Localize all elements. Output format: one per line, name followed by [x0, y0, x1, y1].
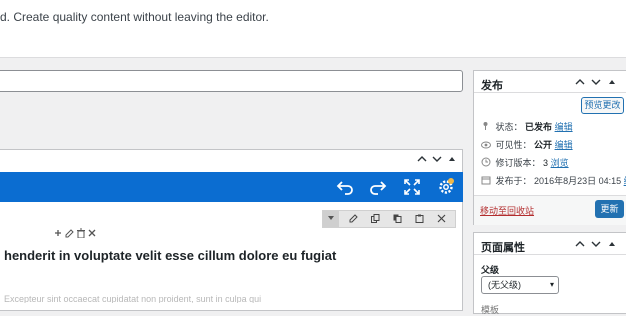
published-date-row: 发布于： 2016年8月23日 04:15 编辑	[481, 175, 626, 187]
pin-icon	[481, 121, 493, 134]
publish-actions: 移动至回收站 更新	[474, 195, 626, 225]
template-label: 模板	[481, 305, 500, 315]
builder-toolbar	[0, 172, 463, 202]
eye-icon	[481, 140, 493, 152]
column-empty	[324, 238, 462, 308]
chevron-down-icon: ▾	[549, 280, 554, 289]
publish-box-controls	[573, 75, 623, 89]
move-to-trash-link[interactable]: 移动至回收站	[480, 204, 534, 217]
dropdown-caret-icon[interactable]	[323, 211, 339, 227]
chevron-up-icon[interactable]	[417, 154, 427, 168]
module-headline: henderit in voluptate velit esse cillum …	[4, 248, 337, 263]
revisions-row: 修订版本： 3 浏览	[481, 157, 569, 169]
notice-text: d. Create quality content without leavin…	[0, 10, 269, 24]
pencil-icon	[65, 229, 74, 238]
page-attributes-title: 页面属性	[481, 242, 525, 254]
publish-box: 发布 预览更改 状态： 已发布 编辑 可见性： 公开 编辑 修订版本： 3 浏览…	[473, 70, 626, 225]
revisions-icon	[481, 157, 493, 170]
x-icon	[88, 229, 96, 237]
revisions-browse-link[interactable]: 浏览	[551, 158, 569, 168]
status-edit-link[interactable]: 编辑	[555, 122, 573, 132]
page-attributes-controls	[573, 237, 623, 251]
redo-icon[interactable]	[368, 177, 388, 197]
visibility-edit-link[interactable]: 编辑	[555, 140, 573, 150]
trash-icon	[77, 228, 85, 239]
preview-changes-button[interactable]: 预览更改	[581, 97, 624, 114]
publish-title: 发布	[481, 80, 503, 92]
visibility-row: 可见性： 公开 编辑	[481, 139, 573, 151]
title-input[interactable]	[0, 70, 463, 92]
editor-box-header	[0, 150, 462, 173]
close-icon[interactable]	[433, 211, 449, 227]
status-row: 状态： 已发布 编辑	[481, 121, 573, 133]
chevron-down-icon[interactable]	[432, 154, 442, 168]
paste-icon[interactable]	[411, 211, 427, 227]
fullscreen-icon[interactable]	[402, 177, 422, 197]
update-button[interactable]: 更新	[595, 200, 624, 218]
top-notice: d. Create quality content without leavin…	[0, 0, 626, 58]
block-toolbar	[322, 210, 456, 228]
page-attributes-box: 页面属性 父级 (无父级) ▾ 模板	[473, 232, 626, 315]
module-faded-text: Excepteur sint occaecat cupidatat non pr…	[4, 294, 262, 303]
add-icon	[55, 230, 61, 236]
parent-label: 父级	[481, 265, 500, 275]
caret-up-icon[interactable]	[448, 154, 456, 168]
edit-pencil-icon[interactable]	[345, 211, 361, 227]
undo-icon[interactable]	[335, 177, 355, 197]
copy-icon[interactable]	[389, 211, 405, 227]
parent-select[interactable]: (无父级) ▾	[481, 276, 559, 294]
calendar-icon	[481, 175, 493, 188]
settings-gear-icon[interactable]	[436, 177, 456, 197]
duplicate-icon[interactable]	[367, 211, 383, 227]
